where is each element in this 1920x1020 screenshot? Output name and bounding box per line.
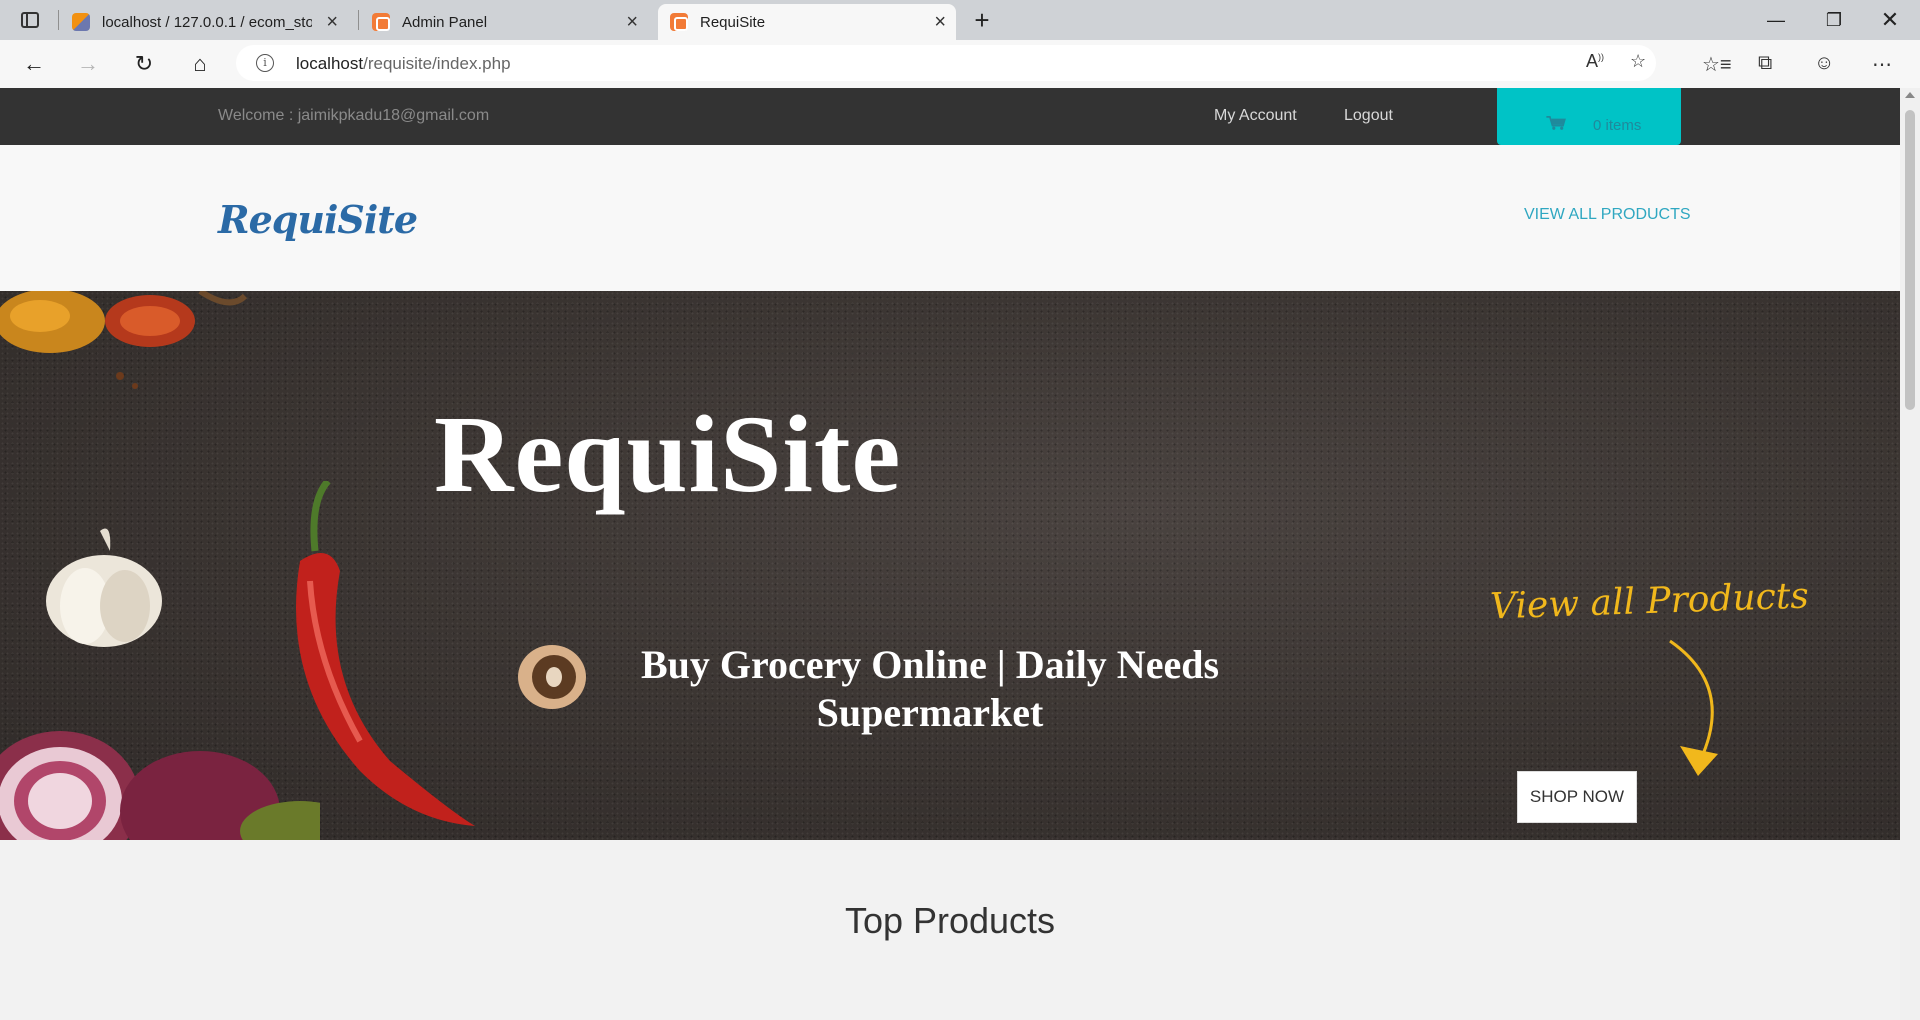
close-tab-icon[interactable]: × [934,12,946,32]
back-icon[interactable]: ← [16,48,52,80]
tab-separator [58,10,59,30]
scrollbar-thumb[interactable] [1905,110,1915,410]
forward-icon[interactable]: → [70,48,106,80]
favorites-icon[interactable]: ☆≡ [1702,52,1732,77]
add-favorite-icon[interactable]: ☆ [1630,51,1646,72]
phpmyadmin-icon [72,13,90,31]
hero-banner: RequiSite Buy Grocery Online | Daily Nee… [0,291,1900,840]
hero-title: RequiSite [434,393,902,515]
address-bar[interactable]: i localhost/requisite/index.php A)) ☆ [236,45,1656,81]
welcome-text: Welcome : jaimikpkadu18@gmail.com [218,107,490,124]
home-icon[interactable]: ⌂ [182,48,218,80]
url-host: localhost [296,54,364,73]
onion-image [0,731,320,840]
view-all-products-link[interactable]: VIEW ALL PRODUCTS [1524,206,1691,224]
address-url[interactable]: localhost/requisite/index.php [296,54,511,74]
garlic-image [46,528,162,647]
reload-icon[interactable]: ↻ [126,48,162,80]
tab-requisite[interactable]: RequiSite × [658,4,956,40]
logout-link[interactable]: Logout [1344,107,1393,125]
site-logo[interactable]: RequiSite [218,197,418,242]
read-aloud-icon[interactable]: A)) [1586,51,1604,72]
top-products-heading: Top Products [844,900,1056,941]
close-tab-icon[interactable]: × [626,12,638,32]
my-account-link[interactable]: My Account [1214,107,1297,125]
tab-actions-icon[interactable] [12,6,48,34]
close-tab-icon[interactable]: × [326,12,338,32]
xampp-icon [670,13,688,31]
hero-subtitle: Buy Grocery Online | Daily Needs Superma… [640,642,1220,735]
shop-now-button[interactable]: SHOP NOW [1517,771,1637,823]
tab-admin-panel[interactable]: Admin Panel × [372,4,648,40]
url-path: /requisite/index.php [363,54,511,73]
close-window-icon[interactable]: ✕ [1862,0,1918,40]
curved-arrow-icon [1669,639,1718,776]
cart-count: 0 items [1593,117,1642,134]
tab-title: RequiSite [700,13,766,31]
site-info-icon[interactable]: i [256,54,274,72]
more-menu-icon[interactable]: ⋯ [1872,52,1892,77]
spices-image [0,291,248,389]
browser-tab-bar: localhost / 127.0.0.1 / ecom_stor × Admi… [0,0,1920,40]
restore-icon[interactable]: ❐ [1806,0,1862,40]
minimize-icon[interactable]: — [1748,0,1804,40]
xampp-icon [372,13,390,31]
tab-title: Admin Panel [402,13,488,31]
cart-button[interactable]: 0 items [1497,88,1681,145]
site-header: RequiSite VIEW ALL PRODUCTS [0,145,1900,291]
cart-icon [1546,116,1566,130]
site-topbar: Welcome : jaimikpkadu18@gmail.com My Acc… [0,88,1900,145]
page-scrollbar[interactable] [1900,88,1920,1020]
profile-icon[interactable]: ☺ [1814,52,1834,75]
tab-separator [358,10,359,30]
browser-toolbar: ← → ↻ ⌂ i localhost/requisite/index.php … [0,40,1920,88]
collections-icon[interactable]: ⧉ [1758,52,1772,75]
new-tab-button[interactable]: + [966,4,998,36]
tab-phpmyadmin[interactable]: localhost / 127.0.0.1 / ecom_stor × [72,4,348,40]
scroll-up-icon[interactable] [1905,92,1915,98]
tab-title: localhost / 127.0.0.1 / ecom_stor [102,13,312,31]
page-viewport: Welcome : jaimikpkadu18@gmail.com My Acc… [0,88,1900,1020]
